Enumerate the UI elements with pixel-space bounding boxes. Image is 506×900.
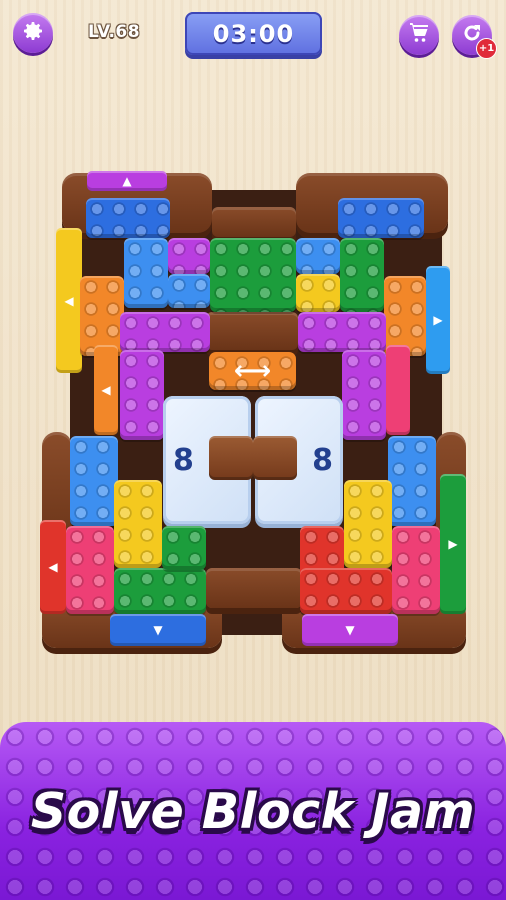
- block-purple-l-left-top[interactable]: [120, 312, 210, 352]
- exit-gate-left-yellow: ◀: [56, 228, 82, 373]
- ice-counter-left: 8: [173, 442, 194, 478]
- exit-gate-left-red: ◀: [40, 520, 66, 614]
- block-orange-left[interactable]: [80, 276, 124, 356]
- exit-gate-left-orange: ◀: [94, 345, 118, 435]
- restart-count-badge: +1: [476, 38, 497, 59]
- block-pink-left[interactable]: [66, 526, 114, 614]
- countdown-timer: 03:00: [185, 12, 322, 55]
- block-green-l-bottom[interactable]: [114, 568, 206, 614]
- block-orange-right[interactable]: [384, 276, 426, 356]
- block-yellow-left[interactable]: [114, 480, 162, 568]
- block-blue-lower-right[interactable]: [388, 436, 436, 526]
- block-blue-small[interactable]: [168, 274, 210, 308]
- ice-counter-right: 8: [312, 442, 333, 478]
- exit-gate-top-purple: ▲: [87, 171, 167, 191]
- exit-gate-right-pink: [386, 345, 410, 435]
- gear-icon: [21, 19, 45, 47]
- block-orange-slider[interactable]: ⟷: [209, 352, 296, 390]
- block-pink-right[interactable]: [392, 526, 440, 614]
- wood-wall-top-center: [212, 207, 296, 237]
- double-arrow-icon: ⟷: [233, 356, 272, 386]
- wood-block-center-right: [253, 436, 297, 480]
- block-green-center[interactable]: [210, 238, 296, 312]
- block-red-l-bottom[interactable]: [300, 568, 392, 614]
- block-yellow-right[interactable]: [344, 480, 392, 568]
- cart-icon: [407, 21, 431, 49]
- block-blue-right-small[interactable]: [296, 238, 340, 274]
- wood-wall-bottom-center: [206, 568, 302, 608]
- promo-banner: Solve Block Jam: [0, 722, 506, 900]
- block-purple-l-left-stem[interactable]: [120, 350, 164, 440]
- wood-block-center-left: [209, 436, 253, 480]
- settings-button[interactable]: [13, 13, 53, 53]
- exit-gate-bottom-purple: ▼: [302, 614, 398, 646]
- block-purple-small[interactable]: [168, 238, 210, 274]
- block-blue-top-right[interactable]: [338, 198, 424, 238]
- block-green-l-top[interactable]: [162, 526, 206, 570]
- exit-gate-bottom-blue: ▼: [110, 614, 206, 646]
- exit-gate-right-green: ▶: [440, 474, 466, 614]
- block-yellow-right-small[interactable]: [296, 274, 340, 312]
- level-label: LV.68: [88, 22, 141, 42]
- block-blue-lower-left[interactable]: [70, 436, 118, 526]
- block-purple-l-right-stem[interactable]: [342, 350, 386, 440]
- block-blue-upper-left[interactable]: [124, 238, 168, 308]
- exit-gate-right-blue: ▶: [426, 266, 450, 374]
- block-blue-top-left[interactable]: [86, 198, 170, 238]
- block-green-right[interactable]: [340, 238, 384, 312]
- banner-title: Solve Block Jam: [30, 782, 476, 840]
- wood-wall-center-upper: [206, 312, 298, 350]
- block-purple-l-right-top[interactable]: [298, 312, 386, 352]
- shop-button[interactable]: [399, 15, 439, 55]
